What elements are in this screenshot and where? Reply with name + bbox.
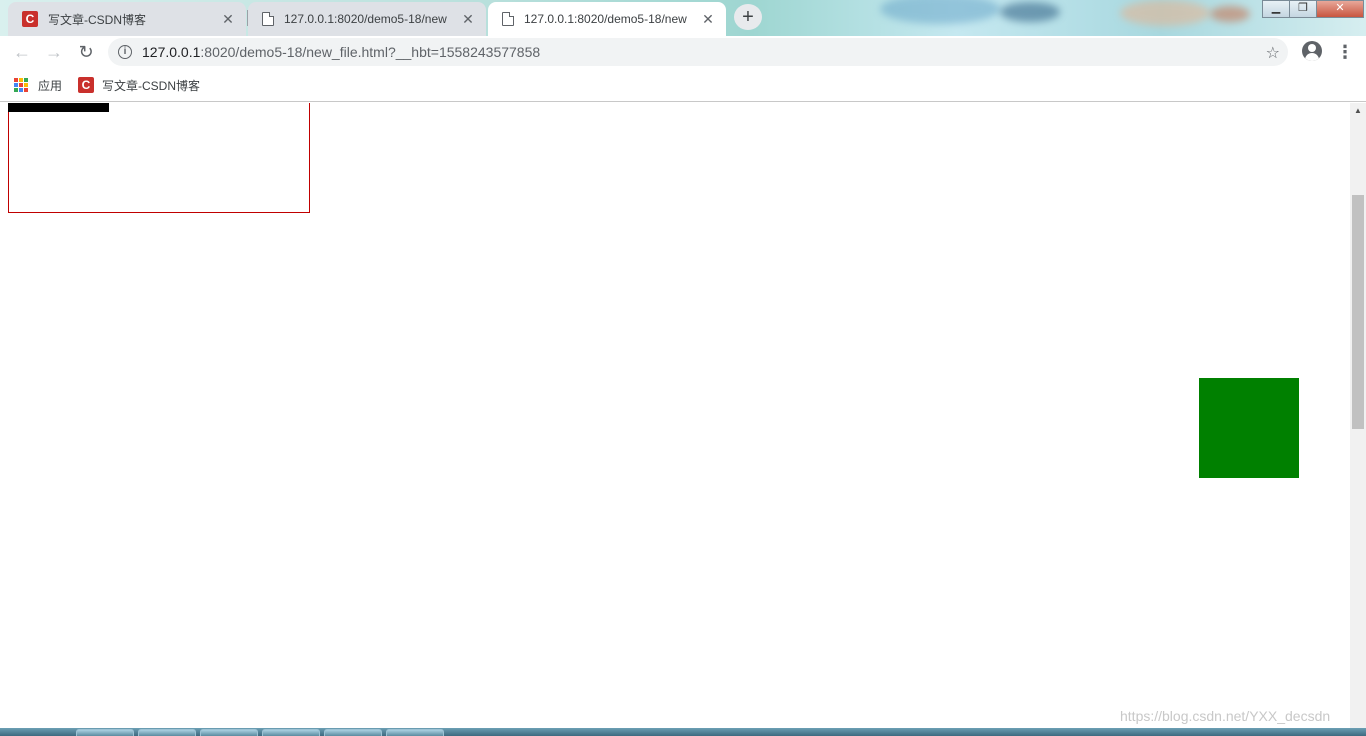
forward-button[interactable]: → bbox=[42, 40, 66, 64]
info-icon[interactable]: i bbox=[118, 45, 132, 59]
minimize-button[interactable]: ▁ bbox=[1262, 0, 1290, 18]
tab-csdn[interactable]: C 写文章-CSDN博客 ✕ bbox=[8, 2, 246, 36]
taskbar-item[interactable] bbox=[138, 729, 196, 736]
account-icon[interactable] bbox=[1302, 41, 1322, 61]
wallpaper-blob bbox=[1210, 6, 1250, 22]
bookmark-label: 应用 bbox=[38, 78, 63, 93]
close-icon[interactable]: ✕ bbox=[220, 11, 236, 27]
tab-label: 写文章-CSDN博客 bbox=[48, 12, 146, 27]
close-icon[interactable]: ✕ bbox=[460, 11, 476, 27]
tab-demo-file[interactable]: 127.0.0.1:8020/demo5-18/new ✕ bbox=[248, 2, 486, 36]
wallpaper-blob bbox=[1120, 0, 1210, 26]
bookmark-csdn[interactable]: C 写文章-CSDN博客 bbox=[78, 76, 200, 94]
csdn-icon: C bbox=[22, 11, 38, 27]
browser-toolbar: ← → ↻ i 127.0.0.1:8020/demo5-18/new_file… bbox=[0, 36, 1366, 68]
restore-button[interactable]: ❐ bbox=[1289, 0, 1317, 18]
tab-demo-file-active[interactable]: 127.0.0.1:8020/demo5-18/new ✕ bbox=[488, 2, 726, 36]
taskbar-item[interactable] bbox=[262, 729, 320, 736]
bookmarks-bar: 应用 C 写文章-CSDN博客 bbox=[0, 68, 1366, 102]
taskbar-item[interactable] bbox=[386, 729, 444, 736]
taskbar-item[interactable] bbox=[200, 729, 258, 736]
url-text[interactable]: 127.0.0.1:8020/demo5-18/new_file.html?__… bbox=[142, 44, 540, 60]
black-bar bbox=[8, 103, 109, 112]
scrollbar-thumb[interactable] bbox=[1352, 195, 1364, 429]
bookmark-apps[interactable]: 应用 bbox=[14, 76, 62, 94]
vertical-scrollbar[interactable]: ▲ bbox=[1350, 103, 1366, 728]
wallpaper-blob bbox=[880, 0, 1000, 24]
reload-button[interactable]: ↻ bbox=[74, 40, 98, 64]
tab-label: 127.0.0.1:8020/demo5-18/new bbox=[284, 12, 447, 26]
wallpaper-blob bbox=[1000, 2, 1060, 22]
url-host: 127.0.0.1 bbox=[142, 44, 201, 60]
tab-strip: C 写文章-CSDN博客 ✕ 127.0.0.1:8020/demo5-18/n… bbox=[0, 0, 1366, 36]
menu-icon[interactable]: ⋮ bbox=[1336, 40, 1354, 64]
back-button[interactable]: ← bbox=[10, 40, 34, 64]
taskbar-item[interactable] bbox=[76, 729, 134, 736]
bookmark-label: 写文章-CSDN博客 bbox=[102, 78, 200, 93]
csdn-icon: C bbox=[78, 77, 94, 93]
address-bar[interactable]: i 127.0.0.1:8020/demo5-18/new_file.html?… bbox=[108, 38, 1288, 66]
url-path: :8020/demo5-18/new_file.html?__hbt=15582… bbox=[200, 44, 541, 60]
green-square bbox=[1199, 378, 1299, 478]
close-window-button[interactable]: ✕ bbox=[1316, 0, 1364, 18]
bookmark-star-icon[interactable]: ☆ bbox=[1266, 43, 1280, 63]
taskbar-item[interactable] bbox=[324, 729, 382, 736]
close-icon[interactable]: ✕ bbox=[700, 11, 716, 27]
file-icon bbox=[262, 12, 274, 26]
os-taskbar bbox=[0, 728, 1366, 736]
red-bordered-box bbox=[8, 103, 310, 213]
watermark-text: https://blog.csdn.net/YXX_decsdn bbox=[1120, 708, 1331, 724]
tab-label: 127.0.0.1:8020/demo5-18/new bbox=[524, 12, 687, 26]
new-tab-button[interactable]: + bbox=[734, 4, 762, 30]
scroll-up-arrow-icon[interactable]: ▲ bbox=[1350, 105, 1366, 117]
apps-icon bbox=[14, 78, 28, 92]
page-viewport bbox=[0, 103, 1350, 728]
file-icon bbox=[502, 12, 514, 26]
